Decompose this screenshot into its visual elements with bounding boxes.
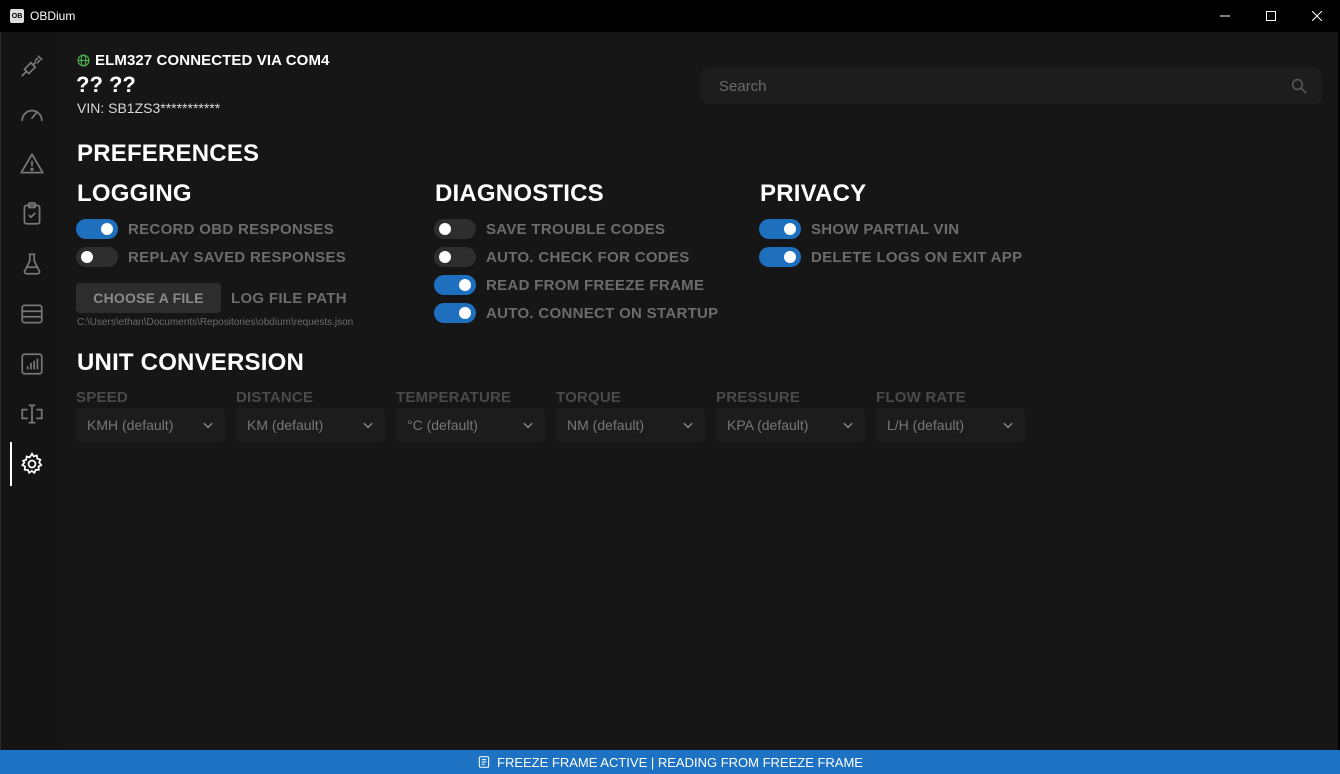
gauge-icon	[21, 109, 43, 122]
pressure-select[interactable]: KPA (default)	[716, 408, 865, 442]
toggle-switch[interactable]	[434, 219, 476, 239]
sidebar-item-trouble-codes[interactable]	[1, 142, 63, 186]
chevron-down-icon	[1003, 422, 1013, 429]
window-title: OBDium	[30, 9, 76, 23]
sidebar-item-data[interactable]	[1, 292, 63, 336]
distance-select[interactable]: KM (default)	[236, 408, 385, 442]
bar-chart-icon	[21, 353, 43, 375]
maximize-button[interactable]	[1248, 0, 1294, 32]
vin-text: VIN: SB1ZS3***********	[77, 100, 221, 116]
toggle-switch[interactable]	[434, 303, 476, 323]
chevron-down-icon	[523, 422, 533, 429]
toggle-show-partial-vin[interactable]: SHOW PARTIAL VIN	[759, 219, 959, 239]
toggle-record-obd-responses[interactable]: RECORD OBD RESPONSES	[76, 219, 334, 239]
toggle-label: AUTO. CHECK FOR CODES	[486, 248, 690, 266]
toggle-label: READ FROM FREEZE FRAME	[486, 276, 705, 294]
temperature-select-value: °C (default)	[407, 417, 478, 433]
toggle-switch[interactable]	[759, 247, 801, 267]
toggle-label: REPLAY SAVED RESPONSES	[128, 248, 347, 266]
chevron-down-icon	[203, 422, 213, 429]
flow-rate-label: FLOW RATE	[876, 389, 966, 406]
speed-label: SPEED	[76, 389, 128, 406]
window-controls	[1202, 0, 1340, 32]
sidebar-item-dashboard[interactable]	[1, 93, 63, 137]
distance-label: DISTANCE	[236, 389, 314, 406]
diagnostics-heading: DIAGNOSTICS	[435, 180, 604, 207]
text-cursor-icon	[21, 404, 43, 424]
toggle-replay-saved-responses[interactable]: REPLAY SAVED RESPONSES	[76, 247, 346, 267]
status-bar: FREEZE FRAME ACTIVE | READING FROM FREEZ…	[0, 750, 1340, 774]
unit-conversion-heading: UNIT CONVERSION	[77, 349, 305, 376]
close-button[interactable]	[1294, 0, 1340, 32]
toggle-switch[interactable]	[759, 219, 801, 239]
plug-icon	[21, 55, 43, 77]
toggle-label: SHOW PARTIAL VIN	[811, 220, 960, 238]
gear-icon	[21, 452, 43, 475]
temperature-label: TEMPERATURE	[396, 389, 512, 406]
maximize-icon	[1266, 11, 1276, 21]
sidebar-item-connection[interactable]	[1, 44, 63, 88]
warning-icon	[20, 153, 44, 174]
flow-rate-select[interactable]: L/H (default)	[876, 408, 1025, 442]
database-icon	[21, 304, 43, 324]
toggle-switch[interactable]	[434, 275, 476, 295]
page-title: PREFERENCES	[77, 140, 260, 167]
sidebar-item-terminal[interactable]	[1, 392, 63, 436]
chevron-down-icon	[363, 422, 373, 429]
choose-file-button[interactable]: CHOOSE A FILE	[76, 283, 221, 313]
connection-status: ELM327 CONNECTED VIA COM4	[77, 52, 329, 69]
status-text: FREEZE FRAME ACTIVE | READING FROM FREEZ…	[497, 754, 863, 770]
minimize-button[interactable]	[1202, 0, 1248, 32]
clipboard-check-icon	[23, 202, 41, 225]
logging-heading: LOGGING	[77, 180, 192, 207]
sidebar	[0, 32, 62, 750]
vehicle-name: ?? ??	[76, 72, 136, 97]
toggle-delete-logs-exit[interactable]: DELETE LOGS ON EXIT APP	[759, 247, 1022, 267]
toggle-label: SAVE TROUBLE CODES	[486, 220, 666, 238]
privacy-heading: PRIVACY	[760, 180, 867, 207]
sidebar-item-checklist[interactable]	[1, 192, 63, 236]
torque-select[interactable]: NM (default)	[556, 408, 705, 442]
toggle-label: RECORD OBD RESPONSES	[128, 220, 335, 238]
speed-select-value: KMH (default)	[87, 417, 174, 433]
toggle-switch[interactable]	[76, 247, 118, 267]
minimize-icon	[1220, 15, 1230, 17]
connection-text: ELM327 CONNECTED VIA COM4	[95, 52, 330, 69]
search-bar	[700, 68, 1322, 104]
pressure-select-value: KPA (default)	[727, 417, 809, 433]
temperature-select[interactable]: °C (default)	[396, 408, 545, 442]
toggle-auto-check-codes[interactable]: AUTO. CHECK FOR CODES	[434, 247, 690, 267]
toggle-save-trouble-codes[interactable]: SAVE TROUBLE CODES	[434, 219, 665, 239]
torque-label: TORQUE	[556, 389, 622, 406]
search-input[interactable]	[700, 68, 1290, 104]
toggle-switch[interactable]	[434, 247, 476, 267]
sidebar-item-charts[interactable]	[1, 342, 63, 386]
speed-select[interactable]: KMH (default)	[76, 408, 225, 442]
close-icon	[1312, 11, 1322, 21]
chevron-down-icon	[683, 422, 693, 429]
toggle-switch[interactable]	[76, 219, 118, 239]
flow-rate-select-value: L/H (default)	[887, 417, 965, 433]
freeze-frame-icon	[478, 756, 490, 768]
window-titlebar: OB OBDium	[0, 0, 1340, 32]
search-icon[interactable]	[1290, 77, 1308, 95]
flask-icon	[23, 253, 41, 275]
sidebar-item-settings[interactable]	[1, 442, 63, 486]
main-content: ELM327 CONNECTED VIA COM4 ?? ?? VIN: SB1…	[62, 32, 1338, 750]
toggle-read-freeze-frame[interactable]: READ FROM FREEZE FRAME	[434, 275, 704, 295]
toggle-label: DELETE LOGS ON EXIT APP	[811, 248, 1023, 266]
app-logo-icon: OB	[10, 9, 24, 23]
toggle-auto-connect-startup[interactable]: AUTO. CONNECT ON STARTUP	[434, 303, 718, 323]
torque-select-value: NM (default)	[567, 417, 645, 433]
log-file-path-label: LOG FILE PATH	[231, 290, 347, 307]
distance-select-value: KM (default)	[247, 417, 324, 433]
sidebar-item-tests[interactable]	[1, 242, 63, 286]
globe-icon	[77, 54, 90, 67]
toggle-label: AUTO. CONNECT ON STARTUP	[486, 304, 719, 322]
chevron-down-icon	[843, 422, 853, 429]
pressure-label: PRESSURE	[716, 389, 801, 406]
log-file-path-value: C:\Users\ethan\Documents\Repositories\ob…	[77, 317, 354, 328]
